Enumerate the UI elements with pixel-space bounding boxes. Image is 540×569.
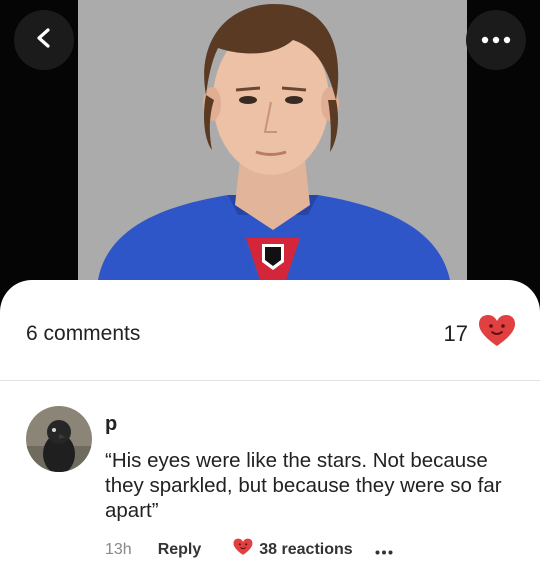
reactions-button[interactable]: 38 reactions [233,538,353,561]
comments-sheet: 6 comments 17 p “His eyes were like the … [0,280,540,569]
likes-count: 17 [443,320,468,346]
ellipsis-icon [375,542,393,558]
back-button[interactable] [14,10,74,70]
likes: 17 [444,314,516,353]
smiling-heart-icon[interactable] [478,314,516,353]
comment-more-button[interactable] [375,542,393,558]
smiling-heart-icon [233,538,253,561]
comment-actions: 13h Reply 38 reactions [105,538,393,561]
comments-count: 6 comments [26,322,141,345]
ellipsis-icon [481,31,511,49]
chevron-left-icon [33,27,55,54]
reply-button[interactable]: Reply [158,541,202,559]
comment-time: 13h [105,540,132,558]
media-header [0,0,540,300]
comment-text: “His eyes were like the stars. Not becau… [105,449,502,522]
comment-author[interactable]: p [105,413,117,436]
post-photo[interactable] [78,0,467,280]
reactions-count: 38 reactions [259,540,353,558]
avatar[interactable] [26,406,92,472]
more-options-button[interactable] [466,10,526,70]
divider [0,380,540,381]
